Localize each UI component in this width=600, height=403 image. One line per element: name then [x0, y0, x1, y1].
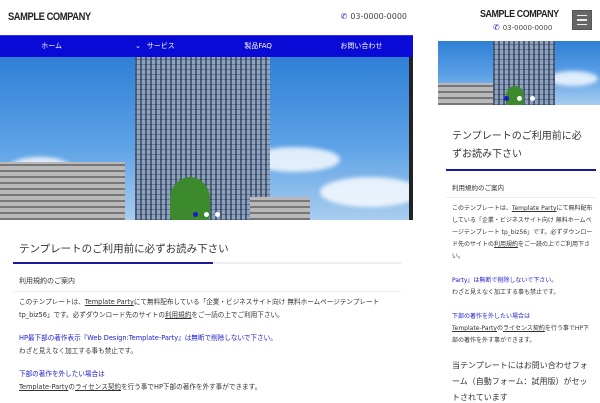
- slider-dot[interactable]: [517, 96, 522, 101]
- slider-dot[interactable]: [530, 96, 535, 101]
- chevron-down-icon: ⌄: [134, 42, 141, 50]
- template-party-link[interactable]: Template Party: [85, 298, 134, 306]
- phone-number-mobile[interactable]: ✆ 03-0000-0000: [493, 23, 552, 32]
- slider-dot[interactable]: [504, 96, 509, 101]
- content-body-mobile: このテンプレートは、Template Partyにて無料配布している「企業・ビジ…: [452, 205, 593, 344]
- section-subtitle-mobile: 利用規約のご案内: [446, 182, 596, 198]
- license-notice: 下部の著作を外したい場合は Template-Partyのライセンス契約を行う事で…: [19, 370, 262, 391]
- hamburger-menu-icon[interactable]: [572, 10, 592, 30]
- slider-dot[interactable]: [204, 212, 209, 217]
- nav-label: サービス: [146, 42, 175, 50]
- section-title: テンプレートのご利用前に必ずお読み下さい: [13, 241, 401, 264]
- license-link[interactable]: ライセンス契約: [75, 383, 121, 391]
- mobile-preview: SAMPLE COMPANY ✆ 03-0000-0000 テンプレートのご利用前…: [438, 0, 600, 403]
- license-link[interactable]: ライセンス契約: [503, 325, 545, 332]
- section-title-mobile: テンプレートのご利用前に必ずお読み下さい: [446, 128, 596, 171]
- terms-link[interactable]: 利用規約: [165, 311, 191, 319]
- nav-item-contact[interactable]: お問い合わせ: [310, 36, 413, 57]
- slider-dots: [504, 96, 535, 101]
- template-party-link-2[interactable]: Template-Party: [452, 325, 497, 332]
- main-nav: ホーム ⌄ サービス 製品FAQ お問い合わせ: [0, 35, 413, 57]
- desktop-preview: SAMPLE COMPANY ✆ 03-0000-0000 ホーム ⌄ サービス 製…: [0, 0, 413, 403]
- nav-item-home[interactable]: ホーム: [0, 36, 103, 57]
- hero-slider-mobile[interactable]: [438, 41, 600, 105]
- phone-text: 03-0000-0000: [502, 24, 553, 32]
- slider-dots: [193, 212, 220, 217]
- hero-slider[interactable]: [0, 57, 409, 220]
- phone-icon: ✆: [493, 23, 500, 32]
- terms-link[interactable]: 利用規約: [494, 241, 518, 248]
- phone-number[interactable]: ✆ 03-0000-0000: [341, 12, 407, 21]
- section-subtitle: 利用規約のご案内: [13, 276, 401, 292]
- intro-paragraph: このテンプレートは、Template Partyにて無料配布している「企業・ビジ…: [19, 298, 380, 319]
- nav-item-faq[interactable]: 製品FAQ: [207, 36, 310, 57]
- template-party-link-2[interactable]: Template-Party: [19, 383, 68, 391]
- copyright-notice: HP最下部の著作表示『Web Design:Template-Party』は無断…: [19, 334, 277, 355]
- phone-text: 03-0000-0000: [350, 12, 407, 21]
- template-party-link[interactable]: Template Party: [512, 205, 557, 212]
- slider-dot[interactable]: [193, 212, 198, 217]
- nav-item-service[interactable]: ⌄ サービス: [103, 36, 206, 57]
- phone-icon: ✆: [340, 12, 348, 21]
- company-logo-mobile[interactable]: SAMPLE COMPANY: [480, 8, 559, 20]
- slider-dot[interactable]: [215, 212, 220, 217]
- content-body: このテンプレートは、Template Partyにて無料配布している「企業・ビジ…: [19, 296, 404, 394]
- form-note: 当テンプレートにはお問い合わせフォーム（自動フォーム：試用版）がセットされていま…: [452, 361, 588, 402]
- company-logo[interactable]: SAMPLE COMPANY: [8, 11, 91, 23]
